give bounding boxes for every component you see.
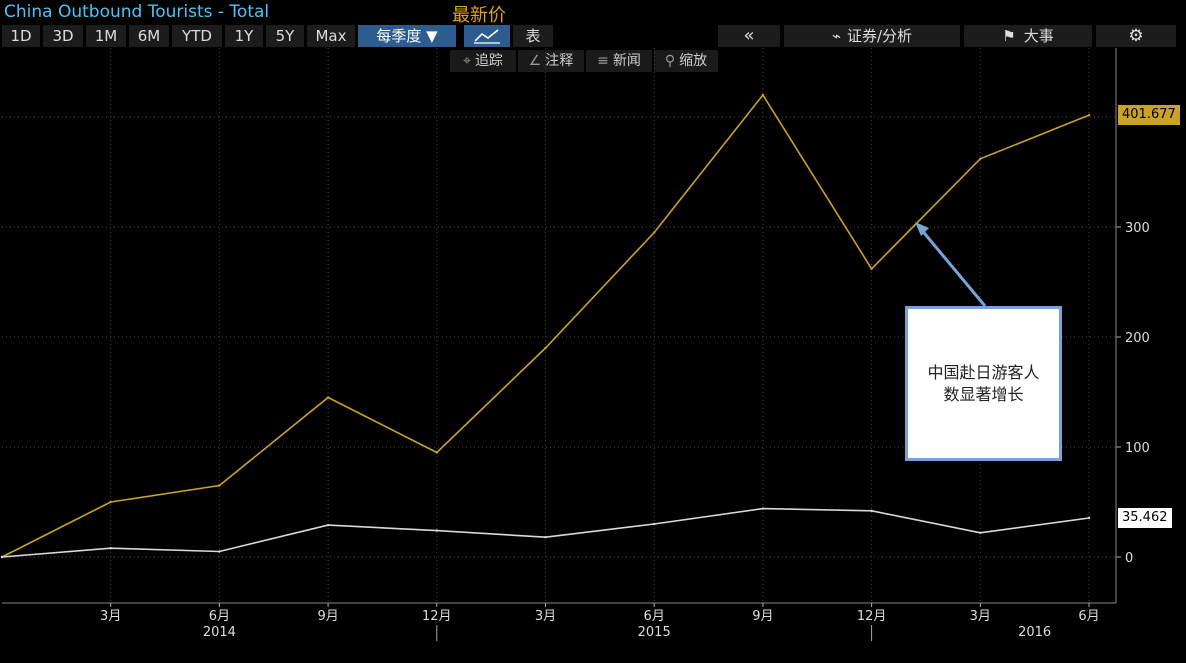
y-tick-label: 100	[1125, 441, 1150, 456]
data-point	[1087, 113, 1091, 117]
chart-window: { "window": { "title": "China Outbound T…	[0, 0, 1186, 663]
data-point	[435, 529, 438, 532]
y-tick-label: 200	[1125, 331, 1150, 346]
data-point	[761, 507, 765, 510]
last-value-badge-series2: 35.462	[1118, 507, 1172, 528]
data-point	[653, 231, 656, 234]
x-tick-label: 3月	[970, 609, 991, 624]
y-tick-label: 300	[1125, 221, 1150, 236]
data-point	[761, 93, 765, 97]
last-value-badge-series1: 401.677	[1118, 105, 1180, 126]
year-label: 2014	[203, 625, 236, 640]
data-point	[218, 550, 221, 553]
y-tick-label: 0	[1125, 551, 1133, 566]
data-point	[326, 396, 330, 399]
data-point	[0, 555, 4, 559]
data-point	[979, 157, 982, 160]
x-tick-label: 3月	[535, 609, 556, 624]
data-point	[1087, 516, 1091, 520]
x-tick-label: 6月	[1078, 609, 1099, 624]
annotation-arrow-head	[915, 222, 929, 236]
data-point	[870, 509, 873, 512]
data-point	[326, 523, 330, 527]
data-point	[544, 536, 547, 539]
x-tick-label: 12月	[857, 609, 887, 624]
x-tick-label: 12月	[422, 609, 452, 624]
year-label: 2016	[1018, 625, 1051, 640]
annotation-box[interactable]: 中国赴日游客人 数显著增长	[905, 306, 1062, 461]
annotation-line-2: 数显著增长	[943, 384, 1024, 404]
annotation-arrow	[918, 227, 987, 307]
data-point	[109, 547, 112, 550]
data-point	[870, 267, 873, 270]
data-point	[544, 346, 547, 350]
annotation-line-1: 中国赴日游客人	[927, 362, 1040, 382]
x-tick-label: 9月	[752, 609, 773, 624]
data-point	[435, 451, 438, 454]
data-point	[109, 500, 112, 504]
x-tick-label: 6月	[209, 609, 230, 624]
data-point	[979, 531, 982, 534]
data-point	[218, 484, 221, 487]
x-tick-label: 9月	[317, 609, 338, 624]
x-tick-label: 3月	[100, 609, 121, 624]
year-label: 2015	[638, 625, 671, 640]
x-tick-label: 6月	[644, 609, 665, 624]
data-point	[653, 522, 656, 526]
